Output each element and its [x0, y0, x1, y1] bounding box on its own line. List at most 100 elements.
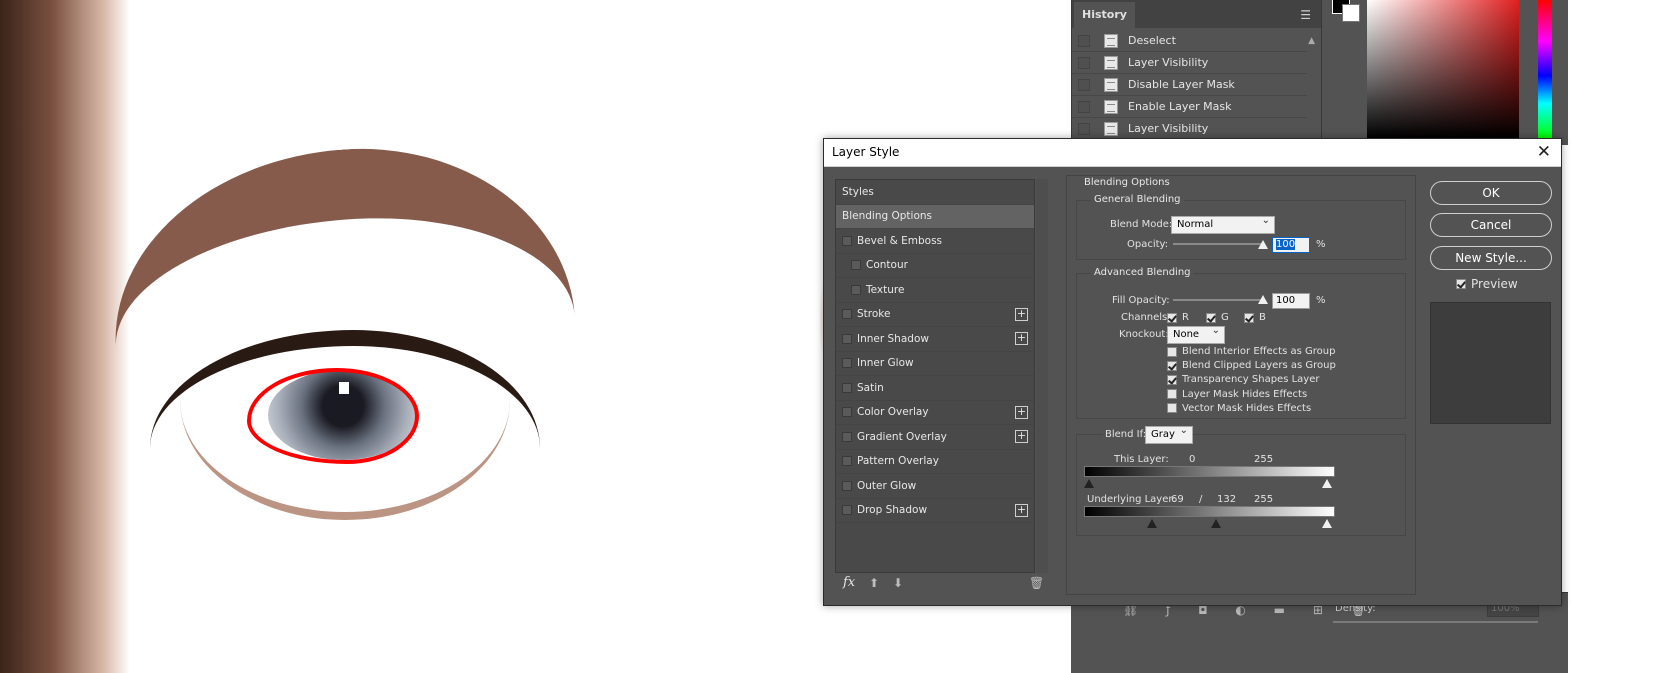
- fill-opacity-slider-thumb[interactable]: [1258, 295, 1268, 304]
- add-effect-icon[interactable]: +: [1015, 307, 1028, 321]
- style-item[interactable]: Bevel & Emboss: [836, 229, 1034, 254]
- opacity-input[interactable]: 100: [1272, 237, 1310, 253]
- styles-header[interactable]: Styles: [836, 180, 1034, 205]
- style-item-label: Stroke: [857, 308, 891, 321]
- tab-history[interactable]: History: [1074, 2, 1135, 28]
- style-checkbox[interactable]: [842, 382, 852, 393]
- style-item[interactable]: Contour: [836, 254, 1034, 278]
- style-item[interactable]: Stroke +: [836, 303, 1034, 327]
- ok-button[interactable]: OK: [1430, 181, 1552, 205]
- styles-list: Styles Blending Options Bevel & Emboss Con…: [835, 179, 1035, 573]
- opacity-percent: %: [1316, 239, 1326, 250]
- preview-checkbox[interactable]: Preview: [1456, 277, 1518, 291]
- history-snapshot-checkbox[interactable]: [1078, 100, 1090, 113]
- style-item[interactable]: Texture: [836, 278, 1034, 303]
- this-layer-label: This Layer:: [1114, 454, 1169, 465]
- style-checkbox[interactable]: [842, 431, 852, 442]
- advanced-option-checkbox[interactable]: Blend Interior Effects as Group: [1167, 346, 1335, 357]
- style-item[interactable]: Inner Glow: [836, 352, 1034, 376]
- panel-menu-icon[interactable]: ☰: [1300, 8, 1311, 22]
- channel-r-checkbox[interactable]: R: [1167, 312, 1189, 323]
- close-icon[interactable]: ✕: [1537, 142, 1551, 162]
- advanced-option-label: Layer Mask Hides Effects: [1182, 388, 1308, 400]
- styles-scrollbar[interactable]: [1036, 179, 1048, 573]
- history-snapshot-checkbox[interactable]: [1078, 78, 1090, 91]
- density-slider[interactable]: [1333, 621, 1538, 623]
- advanced-option-label: Transparency Shapes Layer: [1182, 374, 1320, 386]
- history-item-label: Disable Layer Mask: [1128, 78, 1235, 91]
- fx-icon[interactable]: fx: [843, 575, 855, 590]
- history-list: Deselect Layer Visibility Disable Layer Ma…: [1072, 30, 1307, 140]
- blend-mode-select[interactable]: Normal: [1171, 215, 1275, 234]
- advanced-option-label: Blend Interior Effects as Group: [1182, 346, 1336, 357]
- style-checkbox[interactable]: [842, 333, 852, 344]
- fill-opacity-input[interactable]: 100: [1272, 293, 1310, 309]
- underlying-low: 69: [1171, 494, 1184, 505]
- add-effect-icon[interactable]: +: [1015, 503, 1028, 517]
- general-blending-group: General Blending Blend Mode: Normal Opac…: [1076, 194, 1406, 260]
- history-snapshot-checkbox[interactable]: [1078, 122, 1090, 135]
- style-item-label: Gradient Overlay: [857, 430, 947, 443]
- style-item[interactable]: Pattern Overlay: [836, 450, 1034, 474]
- style-item[interactable]: Outer Glow: [836, 474, 1034, 499]
- style-item[interactable]: Inner Shadow +: [836, 327, 1034, 352]
- style-item[interactable]: Gradient Overlay +: [836, 425, 1034, 450]
- move-up-icon[interactable]: ⬆: [869, 576, 879, 590]
- history-item[interactable]: Deselect: [1072, 30, 1307, 52]
- channel-g-checkbox[interactable]: G: [1206, 312, 1229, 323]
- style-item[interactable]: Blending Options: [836, 204, 1034, 229]
- style-checkbox[interactable]: [842, 309, 852, 320]
- add-effect-icon[interactable]: +: [1015, 430, 1028, 443]
- blend-if-select[interactable]: Gray: [1145, 425, 1193, 444]
- style-checkbox[interactable]: [842, 505, 852, 516]
- channel-b-checkbox[interactable]: B: [1244, 312, 1266, 323]
- background-color-swatch[interactable]: [1342, 4, 1360, 22]
- style-checkbox[interactable]: [842, 358, 852, 369]
- hue-slider[interactable]: [1538, 0, 1552, 138]
- fill-opacity-label: Fill Opacity:: [1112, 295, 1170, 306]
- opacity-slider[interactable]: [1173, 243, 1263, 245]
- underlying-black-thumb-left[interactable]: [1147, 519, 1157, 528]
- history-item[interactable]: Layer Visibility: [1072, 52, 1307, 74]
- style-item[interactable]: Satin: [836, 376, 1034, 401]
- style-checkbox[interactable]: [851, 284, 861, 295]
- style-checkbox[interactable]: [842, 407, 852, 418]
- color-field[interactable]: [1367, 0, 1519, 138]
- history-snapshot-checkbox[interactable]: [1078, 56, 1090, 69]
- style-checkbox[interactable]: [842, 456, 852, 467]
- style-item-label: Inner Shadow: [857, 332, 929, 345]
- style-item-label: Outer Glow: [857, 479, 917, 492]
- this-layer-white-thumb[interactable]: [1322, 479, 1332, 488]
- trash-icon[interactable]: 🗑: [1029, 576, 1044, 590]
- fill-opacity-slider[interactable]: [1173, 299, 1263, 301]
- add-effect-icon[interactable]: +: [1015, 332, 1028, 345]
- history-item[interactable]: Enable Layer Mask: [1072, 96, 1307, 118]
- add-effect-icon[interactable]: +: [1015, 405, 1028, 419]
- new-style-button[interactable]: New Style...: [1430, 246, 1552, 270]
- advanced-option-checkbox[interactable]: Blend Clipped Layers as Group: [1167, 360, 1336, 371]
- underlying-mid: 132: [1217, 494, 1237, 505]
- advanced-option-checkbox[interactable]: Vector Mask Hides Effects: [1167, 403, 1311, 414]
- scroll-up-icon[interactable]: ▲: [1308, 36, 1315, 46]
- dialog-title: Layer Style: [832, 145, 900, 159]
- history-snapshot-checkbox[interactable]: [1078, 34, 1090, 47]
- advanced-option-box: [1167, 374, 1177, 385]
- knockout-select[interactable]: None: [1167, 325, 1225, 344]
- cancel-button[interactable]: Cancel: [1430, 213, 1552, 237]
- this-layer-black-thumb[interactable]: [1084, 479, 1094, 488]
- style-checkbox[interactable]: [842, 235, 852, 246]
- style-checkbox[interactable]: [851, 260, 861, 271]
- style-item[interactable]: Color Overlay +: [836, 401, 1034, 425]
- style-item-label: Bevel & Emboss: [857, 234, 943, 247]
- history-item[interactable]: Disable Layer Mask: [1072, 74, 1307, 96]
- knockout-label: Knockout:: [1119, 329, 1169, 340]
- opacity-slider-thumb[interactable]: [1258, 240, 1268, 249]
- underlying-white-thumb[interactable]: [1322, 519, 1332, 528]
- style-item[interactable]: Drop Shadow +: [836, 499, 1034, 523]
- history-item[interactable]: Layer Visibility: [1072, 118, 1307, 140]
- advanced-option-checkbox[interactable]: Transparency Shapes Layer: [1167, 374, 1319, 385]
- move-down-icon[interactable]: ⬇: [893, 576, 903, 590]
- style-checkbox[interactable]: [842, 480, 852, 491]
- advanced-option-checkbox[interactable]: Layer Mask Hides Effects: [1167, 389, 1307, 400]
- underlying-black-thumb-right[interactable]: [1211, 519, 1221, 528]
